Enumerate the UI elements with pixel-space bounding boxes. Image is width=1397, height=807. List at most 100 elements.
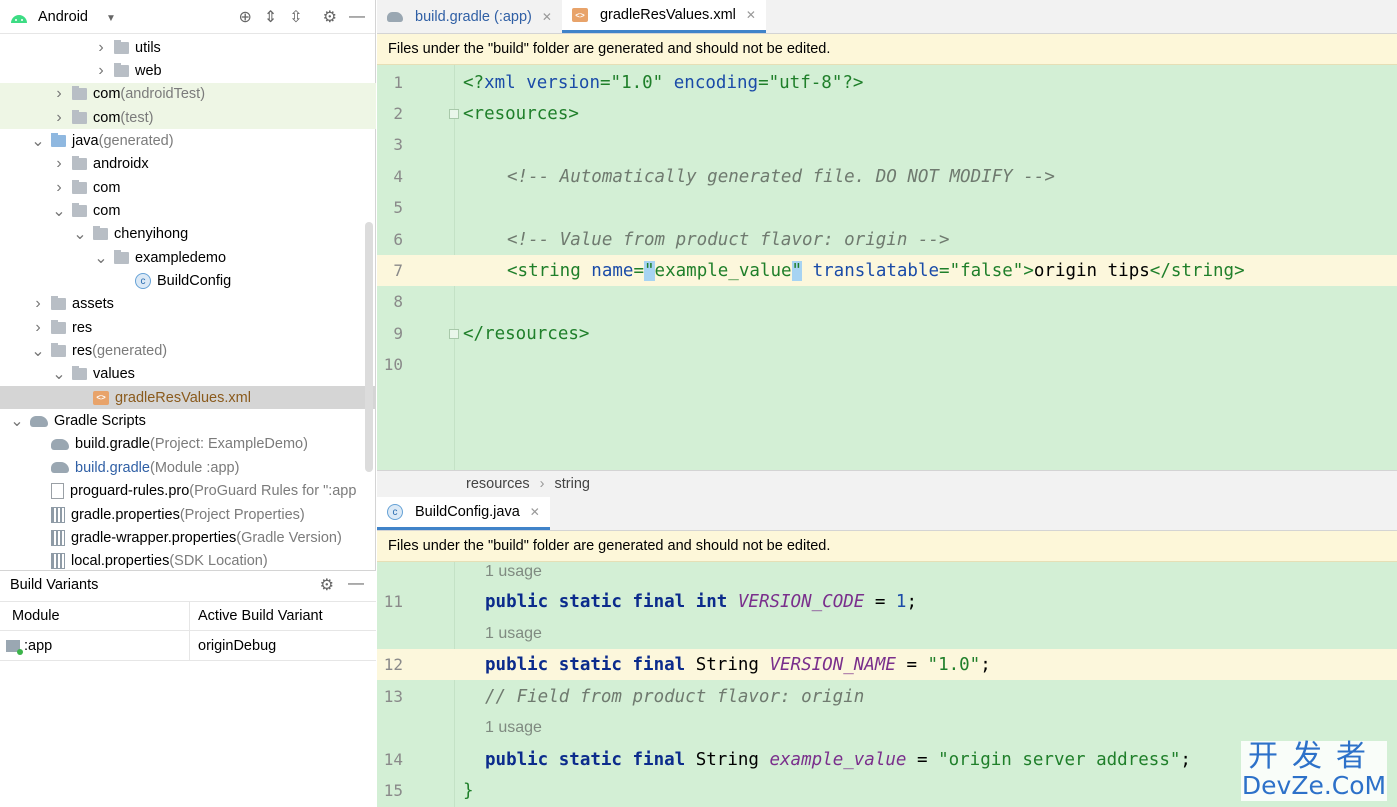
chevron-down-icon[interactable]: ⌄: [31, 341, 45, 361]
tree-scrollbar[interactable]: [365, 222, 373, 472]
close-icon[interactable]: ✕: [530, 505, 540, 519]
tab-build-gradle[interactable]: build.gradle (:app) ✕: [377, 0, 562, 33]
fold-marker[interactable]: [449, 108, 459, 119]
gradle-icon: [30, 415, 48, 427]
tree-item[interactable]: › assets: [0, 293, 376, 316]
tree-item-label: res: [72, 319, 93, 336]
chevron-down-icon[interactable]: ⌄: [52, 201, 66, 221]
chevron-down-icon: ▼: [106, 12, 116, 24]
class-icon: c: [135, 273, 151, 289]
chevron-right-icon[interactable]: ›: [52, 109, 66, 127]
chevron-down-icon[interactable]: ⌄: [52, 364, 66, 384]
properties-file-icon: [51, 506, 65, 523]
minimize-icon[interactable]: —: [348, 575, 364, 595]
folder-icon: [72, 366, 87, 381]
xml-code-editor[interactable]: 1 <?xml version="1.0" encoding="utf-8"?> …: [377, 65, 1397, 470]
tree-item-label: java: [72, 132, 99, 149]
tree-item-label: com: [93, 179, 121, 196]
variant-select[interactable]: originDebug: [190, 638, 276, 654]
tree-item-label: chenyihong: [114, 226, 189, 243]
fold-marker[interactable]: [449, 328, 459, 339]
module-name: :app: [24, 637, 53, 654]
close-icon[interactable]: ✕: [746, 8, 756, 22]
tree-item-suffix: (ProGuard Rules for ":app: [189, 483, 357, 500]
tree-item[interactable]: local.properties (SDK Location): [0, 550, 376, 570]
chevron-down-icon[interactable]: ⌄: [31, 131, 45, 151]
project-tree: › utils › web › com (androidTest) › com (test) ⌄…: [0, 34, 376, 570]
project-toolbar: Android ▼ ⊕ ⇕ ⇳ ⚙ —: [0, 0, 375, 34]
tree-item[interactable]: ⌄ com: [0, 199, 376, 222]
expand-all-icon[interactable]: ⇕: [264, 7, 277, 27]
tree-item-suffix: (Project Properties): [179, 506, 305, 523]
collapse-all-icon[interactable]: ⇳: [289, 7, 302, 27]
tree-item[interactable]: › com (test): [0, 106, 376, 130]
line-number: 12: [383, 655, 403, 674]
tree-item[interactable]: › androidx: [0, 153, 376, 176]
folder-icon: [51, 296, 66, 311]
tree-item[interactable]: › com (androidTest): [0, 82, 376, 106]
folder-icon: [72, 179, 87, 194]
tree-item[interactable]: ⌄ chenyihong: [0, 223, 376, 246]
line-number: 11: [383, 592, 403, 611]
chevron-right-icon[interactable]: ›: [52, 179, 66, 197]
tree-item-label: com: [93, 109, 121, 126]
usage-hint[interactable]: 1 usage: [485, 563, 542, 581]
tree-item[interactable]: proguard-rules.pro (ProGuard Rules for "…: [0, 480, 376, 503]
top-editor-tabs: build.gradle (:app) ✕ <> gradleResValues…: [377, 0, 1397, 34]
tree-item-label: gradle-wrapper.properties: [71, 529, 237, 546]
breadcrumb-item[interactable]: resources: [466, 476, 530, 492]
folder-icon: [114, 39, 129, 54]
tree-item-label: androidx: [93, 156, 149, 173]
tree-item[interactable]: ⌄ values: [0, 363, 376, 386]
line-number: 5: [393, 198, 403, 217]
tree-item[interactable]: ⌄ Gradle Scripts: [0, 410, 376, 433]
chevron-right-icon[interactable]: ›: [52, 155, 66, 173]
chevron-right-icon[interactable]: ›: [31, 319, 45, 337]
tree-item[interactable]: c BuildConfig: [0, 270, 376, 293]
usage-hint[interactable]: 1 usage: [485, 719, 542, 737]
close-icon[interactable]: ✕: [542, 10, 552, 24]
tree-item[interactable]: build.gradle (Project: ExampleDemo): [0, 433, 376, 456]
chevron-right-icon[interactable]: ›: [52, 85, 66, 103]
properties-file-icon: [51, 553, 65, 570]
table-row[interactable]: :app originDebug: [0, 631, 376, 661]
tree-item[interactable]: <> gradleResValues.xml: [0, 386, 376, 410]
chevron-down-icon[interactable]: ⌄: [94, 248, 108, 268]
chevron-right-icon[interactable]: ›: [94, 62, 108, 80]
view-selector[interactable]: Android ▼: [38, 9, 116, 25]
tree-item[interactable]: gradle.properties (Project Properties): [0, 503, 376, 526]
minimize-icon[interactable]: —: [349, 8, 365, 26]
bottom-editor-tabs: c BuildConfig.java ✕: [377, 497, 1397, 531]
gear-icon[interactable]: ⚙: [320, 575, 334, 595]
breadcrumb-item[interactable]: string: [555, 476, 590, 492]
tree-item[interactable]: › com: [0, 176, 376, 199]
tree-item[interactable]: ⌄ res (generated): [0, 340, 376, 363]
class-icon: c: [387, 504, 403, 520]
gradle-icon: [51, 438, 69, 450]
tree-item[interactable]: gradle-wrapper.properties (Gradle Versio…: [0, 526, 376, 549]
tree-item[interactable]: ⌄ java (generated): [0, 129, 376, 152]
tree-item-label: gradleResValues.xml: [115, 389, 251, 406]
tab-buildconfig[interactable]: c BuildConfig.java ✕: [377, 497, 550, 530]
tree-item-label: gradle.properties: [71, 506, 180, 523]
folder-icon: [51, 319, 66, 334]
tree-item[interactable]: › res: [0, 316, 376, 339]
chevron-right-icon[interactable]: ›: [94, 39, 108, 57]
column-header-variant[interactable]: Active Build Variant: [190, 608, 323, 624]
locate-icon[interactable]: ⊕: [238, 7, 251, 27]
chevron-down-icon[interactable]: ⌄: [73, 224, 87, 244]
tree-item[interactable]: ⌄ exampledemo: [0, 246, 376, 269]
tree-item[interactable]: › web: [0, 59, 376, 82]
tree-item[interactable]: build.gradle (Module :app): [0, 456, 376, 479]
tree-item[interactable]: › utils: [0, 36, 376, 59]
column-header-module[interactable]: Module: [0, 602, 190, 630]
tree-item-suffix: (SDK Location): [169, 553, 268, 570]
line-number: 4: [393, 167, 403, 186]
chevron-down-icon[interactable]: ⌄: [10, 411, 24, 431]
chevron-right-icon[interactable]: ›: [31, 295, 45, 313]
gear-icon[interactable]: ⚙: [323, 7, 337, 27]
breadcrumb: resources › string: [377, 470, 1397, 497]
usage-hint[interactable]: 1 usage: [485, 625, 542, 643]
tree-item-suffix: (androidTest): [120, 86, 206, 103]
tab-gradleresvalues[interactable]: <> gradleResValues.xml ✕: [561, 0, 766, 33]
